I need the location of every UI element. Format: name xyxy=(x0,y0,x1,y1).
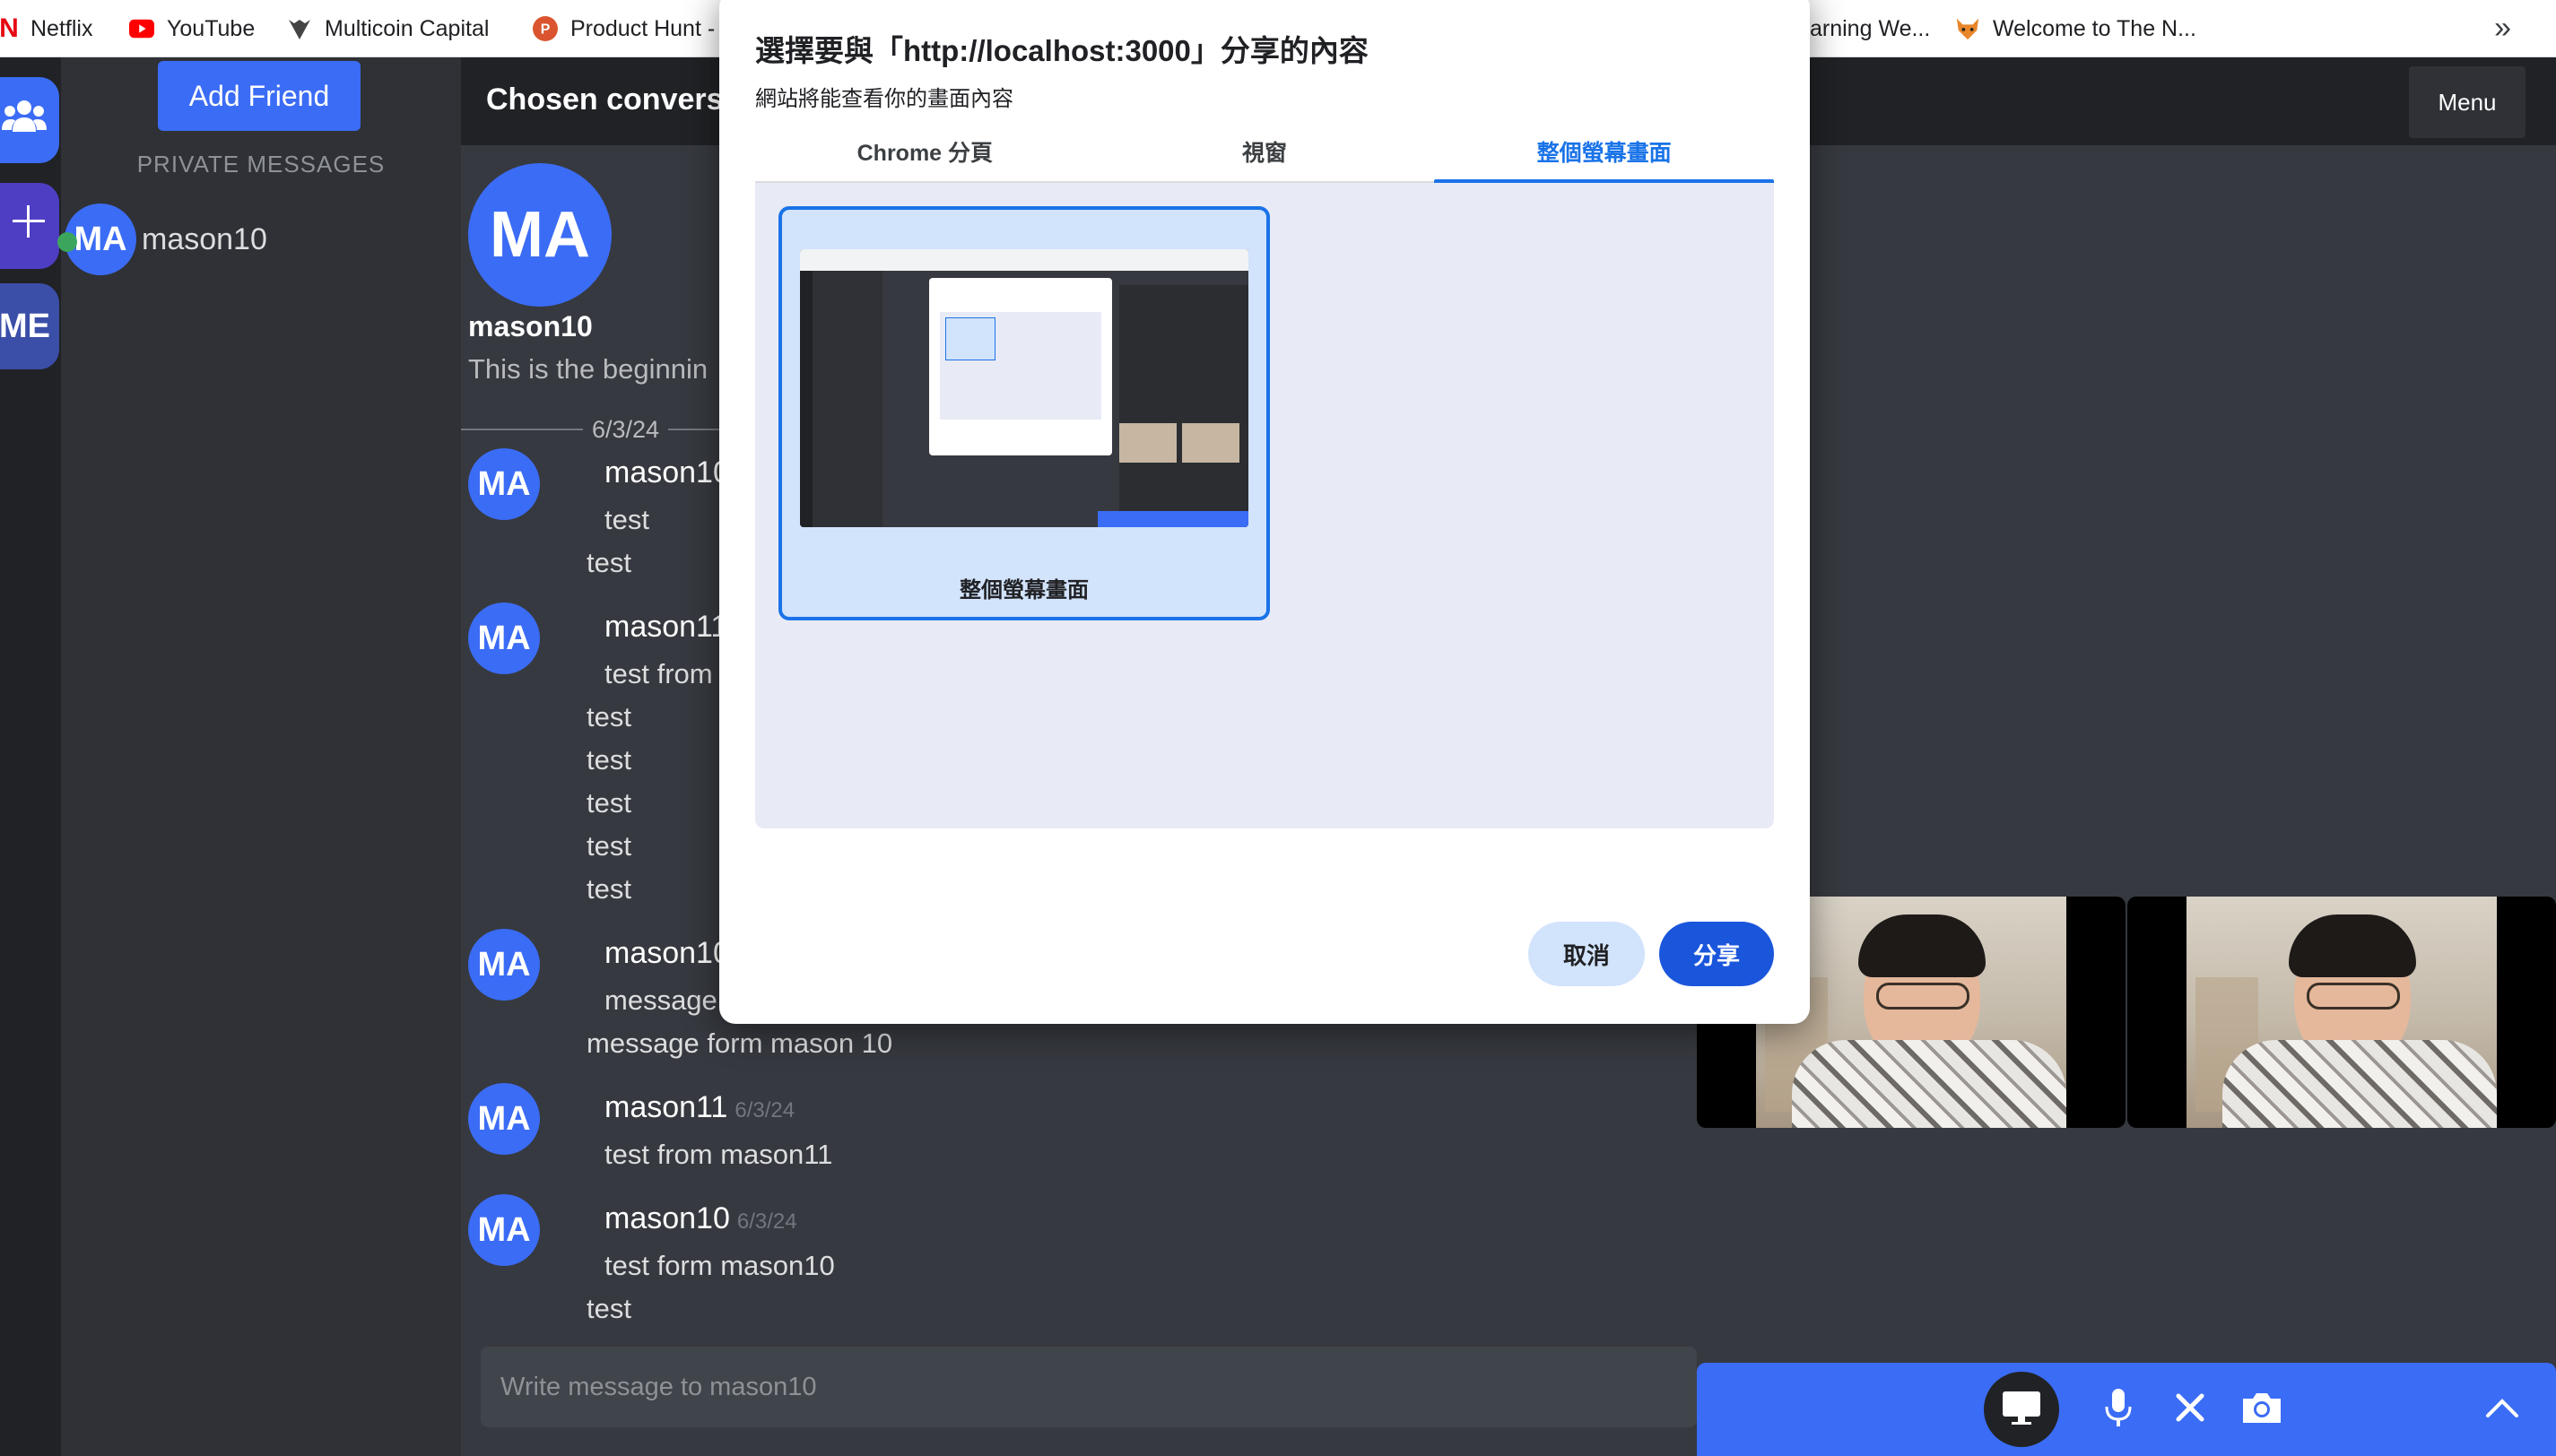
message-avatar: MA xyxy=(468,929,540,1001)
message-text: message form mason 10 xyxy=(587,1027,893,1059)
bookmarks-overflow-icon[interactable]: » xyxy=(2494,11,2511,46)
message-text: test from xyxy=(604,658,713,689)
message-text: test xyxy=(587,1293,631,1324)
bookmark-learning[interactable]: arning We... xyxy=(1810,0,1930,57)
online-status-indicator xyxy=(57,232,77,252)
bookmark-product-hunt[interactable]: P Product Hunt - xyxy=(533,0,715,57)
intro-avatar: MA xyxy=(468,163,612,307)
message-author: mason10 xyxy=(604,936,730,970)
bookmark-welcome[interactable]: Welcome to The N... xyxy=(1955,0,2196,57)
bookmark-label: Multicoin Capital xyxy=(325,15,490,41)
me-label: ME xyxy=(0,307,50,345)
message-composer xyxy=(481,1347,1697,1427)
menu-button[interactable]: Menu xyxy=(2409,66,2526,138)
bookmark-label: Netflix xyxy=(30,15,93,41)
intro-name: mason10 xyxy=(468,310,593,342)
add-friend-button[interactable]: Add Friend xyxy=(158,61,361,131)
message-timestamp: 6/3/24 xyxy=(736,1209,797,1234)
server-rail: ME xyxy=(0,57,61,1456)
bookmark-multicoin[interactable]: Multicoin Capital xyxy=(287,0,489,57)
message-author: mason11 6/3/24 xyxy=(604,1090,795,1125)
camera-icon xyxy=(2239,1390,2284,1430)
date-divider-label: 6/3/24 xyxy=(583,416,669,444)
bookmark-label: Welcome to The N... xyxy=(1993,15,2196,41)
friends-icon xyxy=(2,98,47,143)
chevron-up-icon xyxy=(2485,1397,2519,1423)
screen-thumbnail xyxy=(800,249,1248,527)
message-text: test from mason11 xyxy=(604,1139,833,1170)
private-messages-label: PRIVATE MESSAGES xyxy=(136,151,386,178)
product-hunt-icon: P xyxy=(533,16,558,41)
bookmark-label: arning We... xyxy=(1810,15,1931,41)
message-text: test xyxy=(587,787,631,819)
message-text: test xyxy=(587,547,631,578)
me-button[interactable]: ME xyxy=(0,283,59,369)
plus-icon xyxy=(11,204,47,248)
private-message-item[interactable]: MA mason10 xyxy=(57,203,267,276)
message-author-name: mason10 xyxy=(604,1201,730,1235)
message-text: test form mason10 xyxy=(604,1250,835,1281)
close-icon xyxy=(2175,1392,2205,1427)
chat-title: Chosen conversa xyxy=(486,82,741,117)
message-timestamp: 6/3/24 xyxy=(735,1098,795,1122)
bookmark-youtube[interactable]: YouTube xyxy=(129,0,255,57)
video-feed xyxy=(2187,897,2497,1128)
intro-text: This is the beginnin xyxy=(468,353,709,385)
call-controls-bar xyxy=(1697,1363,2556,1456)
video-tile-remote[interactable] xyxy=(2127,897,2556,1128)
camera-button[interactable] xyxy=(2233,1381,2291,1438)
end-call-button[interactable] xyxy=(2161,1381,2219,1438)
netflix-icon: N xyxy=(0,13,19,43)
message-avatar: MA xyxy=(468,448,540,520)
bookmark-netflix[interactable]: N Netflix xyxy=(0,0,92,57)
message-avatar: MA xyxy=(468,1194,540,1266)
monitor-icon xyxy=(2001,1390,2042,1430)
screen-share-dialog: 選擇要與「http://localhost:3000」分享的內容 網站將能查看你… xyxy=(719,0,1810,1024)
message-text: test xyxy=(604,504,649,535)
expand-controls-button[interactable] xyxy=(2473,1381,2531,1438)
screen-source-option[interactable]: 整個螢幕畫面 xyxy=(778,206,1270,620)
bookmark-label: Product Hunt - xyxy=(570,15,716,41)
message-input[interactable] xyxy=(481,1347,1697,1427)
message-avatar: MA xyxy=(468,602,540,674)
share-source-tabs: Chrome 分頁 視窗 整個螢幕畫面 xyxy=(755,122,1774,183)
private-message-name: mason10 xyxy=(142,221,267,256)
bookmark-label: YouTube xyxy=(167,15,256,41)
friends-sidebar: Add Friend PRIVATE MESSAGES MA mason10 xyxy=(57,57,461,1456)
message-author: mason10 6/3/24 xyxy=(604,1201,797,1236)
message-author: mason11 xyxy=(604,610,728,644)
tab-chrome-tab[interactable]: Chrome 分頁 xyxy=(755,122,1095,181)
friends-button[interactable] xyxy=(0,77,59,163)
tab-entire-screen[interactable]: 整個螢幕畫面 xyxy=(1434,122,1774,183)
fox-icon xyxy=(1955,16,1980,41)
multicoin-icon xyxy=(287,16,312,41)
message-text: test xyxy=(587,744,631,776)
share-source-pane: 整個螢幕畫面 xyxy=(755,183,1774,828)
screen-share-button[interactable] xyxy=(1984,1372,2059,1447)
screen-source-label: 整個螢幕畫面 xyxy=(960,578,1089,602)
tab-window[interactable]: 視窗 xyxy=(1095,122,1435,181)
avatar-initials: MA xyxy=(74,220,127,258)
message-text: test xyxy=(587,873,631,905)
mic-icon xyxy=(2104,1387,2133,1433)
message-author: mason10 xyxy=(604,455,730,490)
add-server-button[interactable] xyxy=(0,183,59,269)
avatar: MA xyxy=(57,204,136,275)
youtube-icon xyxy=(129,16,154,41)
dialog-subtitle: 網站將能查看你的畫面內容 xyxy=(755,87,1013,111)
svg-text:P: P xyxy=(541,22,551,38)
video-area xyxy=(1697,145,2556,1456)
dialog-title: 選擇要與「http://localhost:3000」分享的內容 xyxy=(755,34,1369,67)
message-text: test xyxy=(587,701,631,732)
mic-button[interactable] xyxy=(2090,1381,2147,1438)
message-avatar: MA xyxy=(468,1083,540,1155)
message-author-name: mason11 xyxy=(604,1090,728,1124)
message-text: message xyxy=(604,984,717,1016)
message-text: test xyxy=(587,830,631,862)
cancel-button[interactable]: 取消 xyxy=(1528,922,1645,986)
share-button[interactable]: 分享 xyxy=(1659,922,1774,986)
